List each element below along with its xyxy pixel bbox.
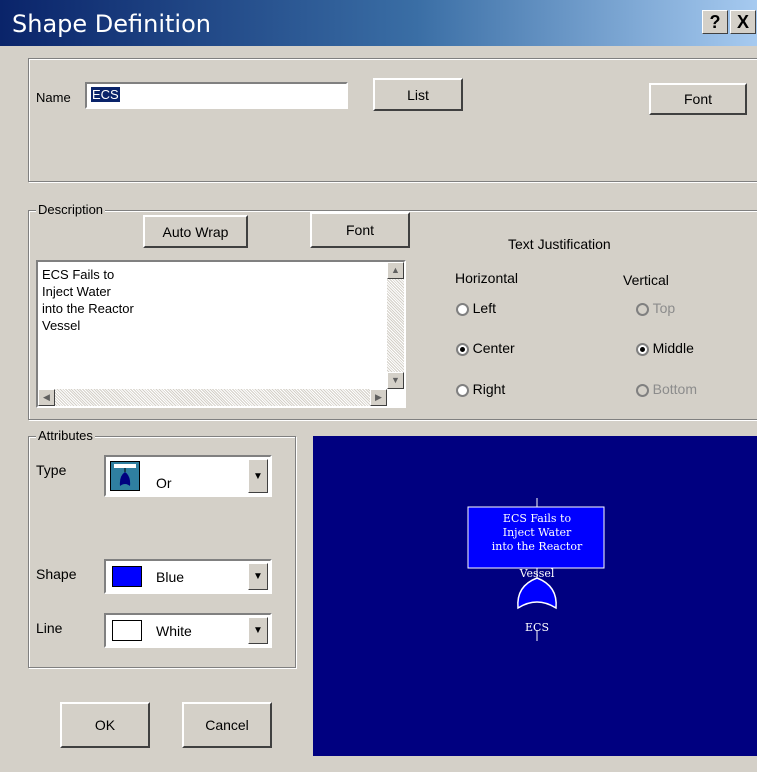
chevron-down-icon[interactable]: ▼ [248, 617, 268, 644]
cancel-button[interactable]: Cancel [182, 702, 272, 748]
chevron-down-icon[interactable]: ▼ [248, 459, 268, 493]
preview-box-line: Vessel [519, 567, 555, 580]
radio-bottom-label: Bottom [652, 381, 697, 397]
radio-top-label: Top [652, 300, 676, 316]
radio-center[interactable]: Center [456, 340, 515, 357]
description-legend: Description [36, 202, 106, 217]
preview-or-gate [517, 577, 557, 610]
text-justification-title: Text Justification [508, 236, 611, 252]
window-title: Shape Definition [12, 10, 211, 38]
vertical-scrollbar[interactable] [387, 262, 404, 389]
type-value: Or [156, 475, 172, 491]
description-textarea[interactable]: ECS Fails to Inject Water into the React… [36, 260, 406, 408]
scroll-right-icon[interactable]: ▶ [370, 389, 387, 406]
radio-circle [636, 303, 649, 317]
auto-wrap-button[interactable]: Auto Wrap [143, 215, 248, 248]
close-button[interactable]: X [730, 10, 756, 34]
or-gate-icon [110, 461, 140, 491]
scroll-left-icon[interactable]: ◀ [38, 389, 55, 406]
ok-button[interactable]: OK [60, 702, 150, 748]
horizontal-scrollbar[interactable] [38, 389, 387, 406]
radio-center-label: Center [472, 340, 515, 356]
preview-canvas: ECS Fails to Inject Water into the React… [467, 498, 605, 641]
radio-circle [636, 384, 649, 398]
radio-circle[interactable] [636, 343, 649, 357]
shape-value: Blue [156, 569, 185, 585]
preview-box-line: into the Reactor [492, 540, 583, 553]
name-font-button[interactable]: Font [649, 83, 747, 115]
radio-left[interactable]: Left [456, 300, 496, 317]
list-button[interactable]: List [373, 78, 463, 111]
radio-left-label: Left [472, 300, 496, 316]
radio-middle[interactable]: Middle [636, 340, 694, 357]
line-value: White [156, 623, 192, 639]
preview-gate-label: ECS [525, 621, 549, 634]
radio-circle[interactable] [456, 384, 469, 398]
preview-panel: ECS Fails to Inject Water into the React… [313, 436, 757, 756]
preview-box-line: ECS Fails to [503, 512, 572, 525]
scroll-up-icon[interactable]: ▲ [387, 262, 404, 279]
line-color-swatch [112, 620, 142, 641]
radio-right-label: Right [472, 381, 506, 397]
help-button[interactable]: ? [702, 10, 728, 34]
horizontal-label: Horizontal [455, 270, 519, 286]
radio-circle[interactable] [456, 303, 469, 317]
radio-top: Top [636, 300, 676, 317]
name-group [28, 58, 757, 182]
radio-bottom: Bottom [636, 381, 697, 398]
description-line: into the Reactor [42, 301, 134, 316]
description-line: Inject Water [42, 284, 111, 299]
description-line: Vessel [42, 318, 81, 333]
line-select[interactable]: White ▼ [104, 613, 272, 648]
type-select[interactable]: Or ▼ [104, 455, 272, 497]
name-input[interactable]: ECS [85, 82, 348, 109]
radio-right[interactable]: Right [456, 381, 506, 398]
scroll-down-icon[interactable]: ▼ [387, 372, 404, 389]
name-input-value: ECS [91, 87, 120, 102]
description-font-button[interactable]: Font [310, 212, 410, 248]
vertical-label: Vertical [623, 272, 669, 288]
radio-circle[interactable] [456, 343, 469, 357]
description-text: ECS Fails to Inject Water into the React… [42, 266, 134, 334]
chevron-down-icon[interactable]: ▼ [248, 563, 268, 590]
shape-color-swatch [112, 566, 142, 587]
shape-select[interactable]: Blue ▼ [104, 559, 272, 594]
preview-box-line: Inject Water [503, 526, 572, 539]
line-label: Line [36, 620, 63, 636]
radio-middle-label: Middle [652, 340, 694, 356]
type-label: Type [36, 462, 67, 478]
attributes-legend: Attributes [36, 428, 95, 443]
shape-label: Shape [36, 566, 77, 582]
description-line: ECS Fails to [42, 267, 115, 282]
name-label: Name [36, 90, 71, 105]
